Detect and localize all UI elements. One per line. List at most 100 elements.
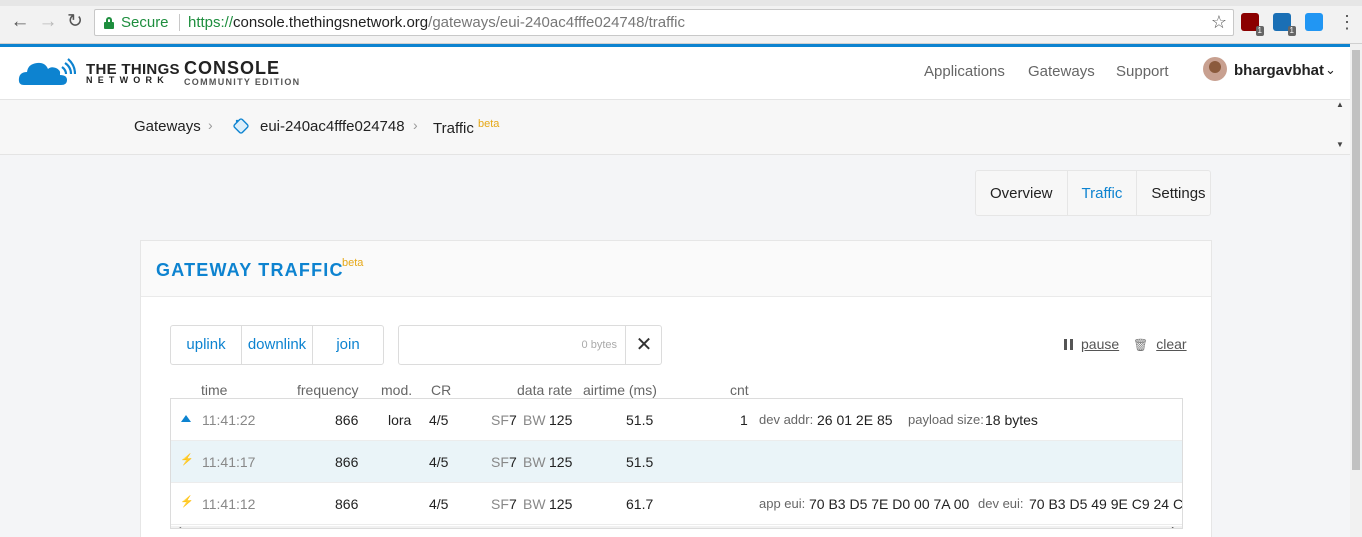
dev-addr-label: dev addr: (759, 412, 814, 427)
avatar[interactable] (1203, 57, 1227, 81)
cell-frequency: 866 (335, 454, 359, 470)
cell-cr: 4/5 (429, 496, 449, 512)
page-scrollbar[interactable] (1350, 44, 1362, 537)
scroll-left-arrow-icon[interactable]: ◀ (175, 525, 181, 528)
breadcrumb: Gateways › eui-240ac4fffe024748 › Traffi… (0, 99, 1350, 155)
console-subtitle: COMMUNITY EDITION (184, 77, 301, 87)
reader-extension-icon[interactable] (1305, 13, 1323, 31)
cell-sf: 7 (509, 496, 517, 512)
app-eui-value: 70 B3 D5 7E D0 00 7A 00 (809, 496, 970, 512)
panel-header: GATEWAY TRAFFIC beta (141, 241, 1211, 297)
gateway-tabs: Overview Traffic Settings (975, 170, 1211, 216)
cell-frequency: 866 (335, 496, 359, 512)
cell-sf-label: SF (491, 412, 509, 428)
table-row[interactable]: ⚡ 11:41:12 866 4/5 SF 7 BW 125 61.7 app … (171, 483, 1182, 525)
cell-airtime: 51.5 (626, 412, 654, 428)
cell-sf: 7 (509, 454, 517, 470)
uplink-arrow-icon (181, 415, 191, 422)
breadcrumb-traffic: Traffic beta (433, 118, 499, 137)
secure-label: Secure (121, 14, 169, 31)
table-scrollbar-thumb[interactable] (187, 528, 1044, 529)
cell-bw-label: BW (523, 412, 546, 428)
cell-airtime: 61.7 (626, 496, 654, 512)
panel-title: GATEWAY TRAFFIC (156, 260, 344, 280)
breadcrumb-gateways[interactable]: Gateways (134, 118, 201, 135)
lightning-bolt-icon: ⚡ (180, 454, 194, 466)
close-icon[interactable]: ✕ (625, 326, 662, 364)
pause-button[interactable]: pause (1064, 336, 1119, 352)
back-arrow-icon[interactable]: ← (10, 12, 30, 32)
clear-button[interactable]: 🗑 clear (1133, 336, 1187, 352)
pause-label: pause (1081, 336, 1120, 352)
chevron-right-icon: › (208, 117, 213, 133)
cell-frequency: 866 (335, 412, 359, 428)
scroll-down-arrow-icon[interactable]: ▼ (1336, 140, 1344, 149)
cell-time: 11:41:12 (202, 496, 256, 512)
tab-traffic[interactable]: Traffic (1068, 171, 1138, 215)
column-header-cnt: cnt (730, 382, 749, 398)
url-divider (179, 14, 180, 31)
nav-support[interactable]: Support (1116, 63, 1169, 80)
ublock-extension-icon[interactable]: 1 (1241, 13, 1264, 36)
url-path: /gateways/eui-240ac4fffe024748/traffic (428, 14, 686, 31)
filter-input[interactable] (399, 326, 625, 364)
payload-size-label: payload size: (908, 412, 984, 427)
chevron-right-icon: › (413, 117, 418, 133)
breadcrumb-gateway-id[interactable]: eui-240ac4fffe024748 (260, 118, 405, 135)
chevron-down-icon[interactable]: ⌄ (1325, 62, 1336, 78)
nav-applications[interactable]: Applications (924, 63, 1005, 80)
table-row[interactable]: 11:41:22 866 lora 4/5 SF 7 BW 125 51.5 1… (171, 399, 1182, 441)
page-scrollbar-thumb[interactable] (1352, 50, 1360, 470)
cell-bw: 125 (549, 496, 573, 512)
tab-overview[interactable]: Overview (976, 171, 1068, 215)
cell-sf-label: SF (491, 454, 509, 470)
tab-settings[interactable]: Settings (1137, 171, 1219, 215)
beta-badge: beta (342, 257, 364, 269)
traffic-filter-group: uplink downlink join (170, 325, 384, 365)
app-eui-label: app eui: (759, 496, 806, 511)
clear-label: clear (1156, 336, 1187, 352)
cell-bw: 125 (549, 412, 573, 428)
table-horizontal-scrollbar[interactable]: ◀ ▶ (171, 525, 1182, 529)
username[interactable]: bhargavbhat (1234, 62, 1324, 79)
cell-cnt: 1 (740, 412, 748, 428)
url-host: console.thethingsnetwork.org (233, 14, 429, 31)
gateway-traffic-panel: GATEWAY TRAFFIC beta uplink downlink joi… (140, 240, 1212, 537)
nav-gateways[interactable]: Gateways (1028, 63, 1095, 80)
traffic-filter-box: ✕ (398, 325, 662, 365)
traffic-table: 11:41:22 866 lora 4/5 SF 7 BW 125 51.5 1… (170, 398, 1183, 529)
cell-time: 11:41:17 (202, 454, 256, 470)
filter-downlink[interactable]: downlink (242, 326, 313, 364)
address-bar[interactable]: Secure https://console.thethingsnetwork.… (94, 9, 1234, 36)
column-header-cr: CR (431, 382, 452, 398)
column-header-modulation: mod. (381, 382, 413, 398)
browser-menu-icon[interactable]: ⋮ (1338, 12, 1356, 32)
forward-arrow-icon[interactable]: → (38, 12, 58, 32)
url-text[interactable]: https://console.thethingsnetwork.org/gat… (188, 14, 685, 31)
cell-sf-label: SF (491, 496, 509, 512)
bookmark-star-icon[interactable]: ☆ (1211, 12, 1227, 33)
table-row[interactable]: ⚡ 11:41:17 866 4/5 SF 7 BW 125 51.5 (171, 441, 1182, 483)
gateway-icon (233, 118, 249, 134)
cell-bw: 125 (549, 454, 573, 470)
cell-time: 11:41:22 (202, 412, 256, 428)
dev-eui-value: 70 B3 D5 49 9E C9 24 CE (1029, 496, 1183, 512)
filter-join[interactable]: join (313, 326, 383, 364)
cell-sf: 7 (509, 412, 517, 428)
cell-cr: 4/5 (429, 454, 449, 470)
trash-icon: 🗑 (1133, 338, 1149, 352)
extension-icon[interactable]: 1 (1273, 13, 1296, 36)
lightning-bolt-icon: ⚡ (180, 496, 194, 508)
scroll-right-arrow-icon[interactable]: ▶ (1172, 525, 1178, 528)
breadcrumb-traffic-label: Traffic (433, 120, 474, 137)
filter-uplink[interactable]: uplink (171, 326, 242, 364)
column-header-frequency: frequency (297, 382, 359, 398)
ttn-cloud-logo-icon[interactable] (18, 57, 76, 87)
pause-icon (1064, 339, 1073, 350)
beta-badge: beta (478, 118, 500, 130)
scroll-up-arrow-icon[interactable]: ▲ (1336, 100, 1344, 109)
reload-icon[interactable]: ↻ (65, 12, 85, 32)
cell-bw-label: BW (523, 496, 546, 512)
column-header-airtime: airtime (ms) (583, 382, 657, 398)
cell-modulation: lora (388, 412, 412, 428)
